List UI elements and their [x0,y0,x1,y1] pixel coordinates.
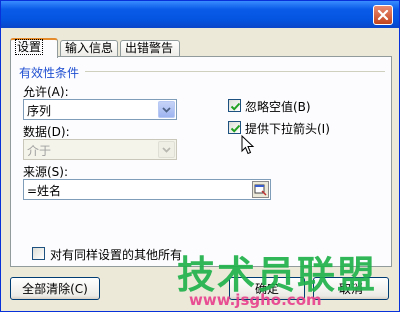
tab-settings-label: 设置 [15,39,44,55]
collapse-dialog-button[interactable] [252,181,269,198]
data-dropdown-arrow[interactable] [158,141,175,158]
ignore-blank-checkbox[interactable] [228,99,241,112]
watermark: 技术员联盟 www.jsgho.com [165,244,400,312]
chevron-down-icon [162,146,171,153]
tab-error-alert[interactable]: 出错警告 [120,40,180,57]
range-select-icon [254,184,267,196]
dropdown-checkbox[interactable] [228,121,241,134]
allow-combo[interactable]: 序列 [23,99,177,120]
clear-all-button[interactable]: 全部清除(C) [10,277,100,300]
tab-input-message-label: 输入信息 [65,41,114,55]
clear-all-label: 全部清除(C) [22,282,88,296]
title-bar[interactable] [1,1,399,28]
source-input[interactable]: =姓名 [23,179,271,200]
chevron-down-icon [162,106,171,113]
source-value: =姓名 [27,184,62,198]
data-value: 介于 [27,144,52,158]
group-title: 有效性条件 [19,64,82,81]
apply-all-label: 对有同样设置的其他所有 [50,248,183,262]
dropdown-label: 提供下拉箭头(I) [245,122,330,136]
allow-dropdown-arrow[interactable] [158,101,175,118]
tab-error-alert-label: 出错警告 [125,41,174,55]
close-button[interactable] [373,5,393,25]
allow-value: 序列 [27,104,52,118]
tab-settings[interactable]: 设置 [10,38,58,58]
settings-panel: 有效性条件 允许(A): 序列 数据(D): 介于 来源(S): =姓名 忽略空… [10,56,392,267]
data-combo[interactable]: 介于 [23,139,177,160]
close-icon [377,9,389,21]
tab-input-message[interactable]: 输入信息 [60,40,118,57]
data-label: 数据(D): [23,125,70,139]
checkmark-icon [230,124,241,133]
ignore-blank-label: 忽略空值(B) [245,100,311,114]
data-validation-dialog: 设置 输入信息 出错警告 有效性条件 允许(A): 序列 数据(D): 介于 来… [0,0,400,312]
source-label: 来源(S): [23,165,69,179]
group-divider [85,71,385,72]
checkmark-icon [230,102,241,111]
mouse-cursor-icon [241,134,255,158]
allow-label: 允许(A): [23,85,69,99]
watermark-url: www.jsgho.com [189,291,322,309]
apply-all-checkbox[interactable] [32,247,45,260]
